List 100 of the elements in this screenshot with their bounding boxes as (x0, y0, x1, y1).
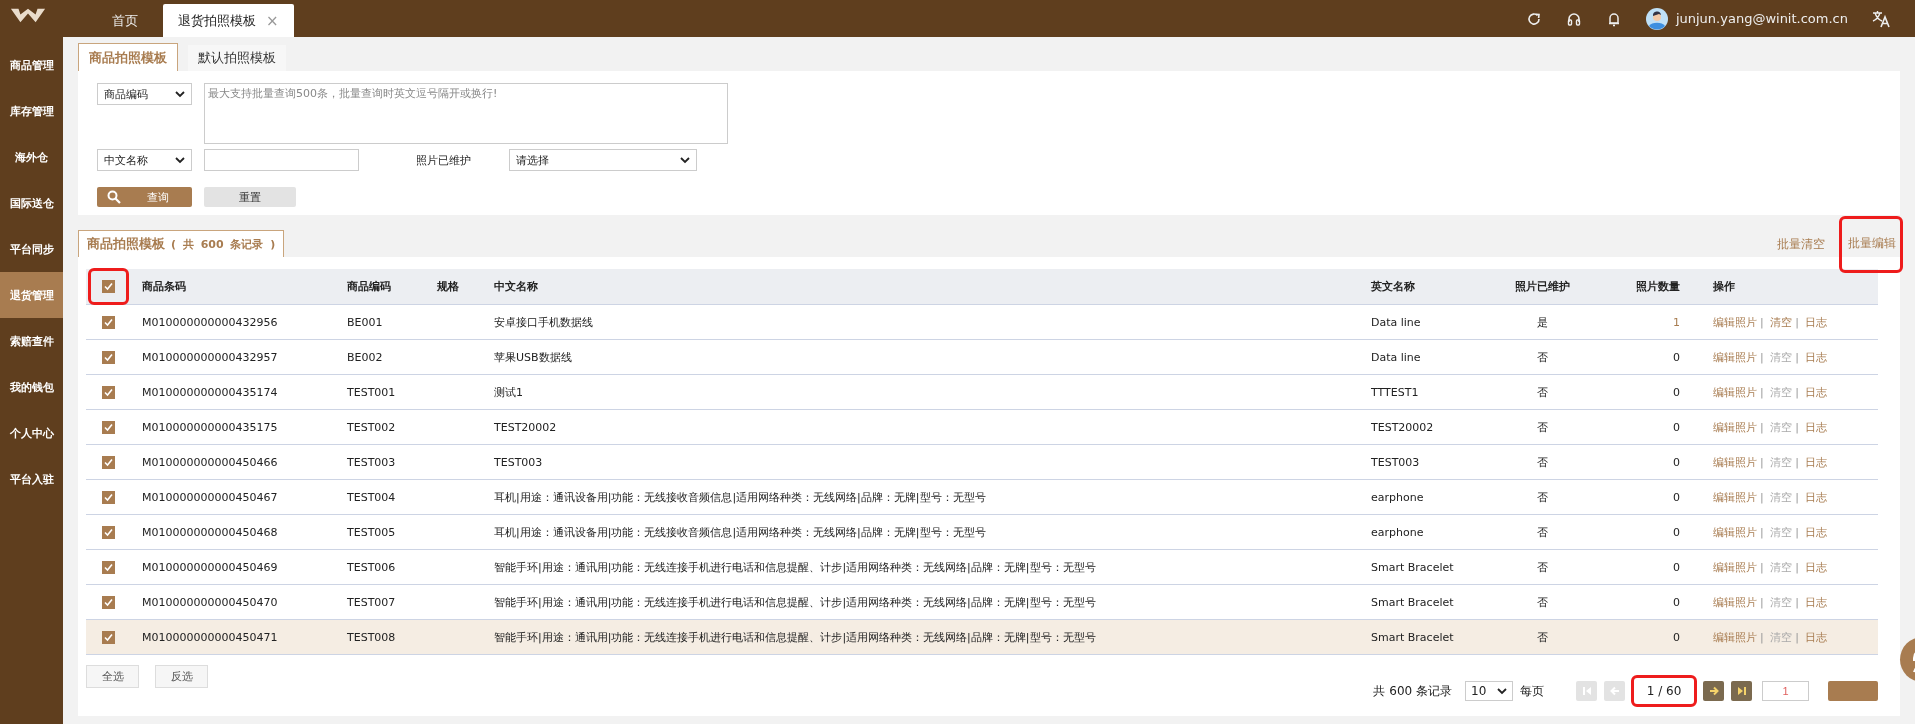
reset-button[interactable]: 重置 (204, 187, 296, 207)
sidebar-item[interactable]: 国际送仓 (0, 180, 63, 226)
sidebar-item[interactable]: 个人中心 (0, 410, 63, 456)
table-cell: TEST005 (335, 514, 425, 550)
row-action-link[interactable]: 日志 (1805, 455, 1828, 469)
bulk-action-link[interactable]: 批量清空 (1774, 225, 1828, 263)
row-checkbox[interactable] (101, 560, 115, 574)
row-action-link[interactable]: 日志 (1805, 560, 1828, 574)
chevron-icon (175, 156, 185, 164)
selection-button[interactable]: 反选 (155, 665, 208, 688)
chevron-icon (1497, 687, 1507, 695)
translate-icon[interactable] (1872, 9, 1890, 28)
code-type-select[interactable]: 商品编码 (97, 83, 192, 105)
row-action-link[interactable]: 编辑照片 (1713, 350, 1757, 364)
page-tab[interactable]: 首页 (97, 4, 153, 37)
row-checkbox[interactable] (101, 630, 115, 644)
close-icon[interactable]: × (266, 11, 279, 30)
separator: | (1760, 560, 1764, 574)
separator: | (1760, 630, 1764, 644)
page-indicator: 1 / 60 (1634, 678, 1694, 704)
table-cell: 否 (1499, 584, 1585, 620)
check-icon (103, 457, 113, 467)
row-action-link[interactable]: 编辑照片 (1713, 315, 1757, 329)
chevron-icon (175, 90, 185, 98)
row-checkbox[interactable] (101, 420, 115, 434)
sidebar-item[interactable]: 商品管理 (0, 42, 63, 88)
select-all-checkbox[interactable] (90, 271, 126, 302)
row-checkbox[interactable] (101, 595, 115, 609)
sidebar-item[interactable]: 海外仓 (0, 134, 63, 180)
row-action-link[interactable]: 日志 (1805, 525, 1828, 539)
table-cell: 是 (1499, 304, 1585, 340)
page-tab[interactable]: 退货拍照模板 × (163, 4, 294, 37)
table-cell: M010000000000450471 (130, 619, 335, 655)
row-action-link[interactable]: 日志 (1805, 315, 1828, 329)
skip-back-icon (1581, 686, 1592, 696)
row-action-link[interactable]: 编辑照片 (1713, 490, 1757, 504)
name-field[interactable] (204, 149, 359, 171)
next-page-button[interactable] (1703, 681, 1724, 701)
row-checkbox[interactable] (101, 315, 115, 329)
table-cell: M010000000000450468 (130, 514, 335, 550)
user-email[interactable]: junjun.yang@winit.com.cn (1675, 11, 1848, 26)
sidebar-item[interactable]: 我的钱包 (0, 364, 63, 410)
headset-icon[interactable] (1565, 10, 1582, 27)
selection-button[interactable]: 全选 (86, 665, 139, 688)
row-action-link[interactable]: 日志 (1805, 385, 1828, 399)
last-page-button[interactable] (1731, 681, 1752, 701)
record-count: ( 共 600 条记录 ) (171, 236, 276, 252)
codes-field[interactable]: 最大支持批量查询500条，批量查询时英文逗号隔开或换行! (204, 83, 728, 144)
table-cell: BE001 (335, 304, 425, 340)
row-checkbox[interactable] (101, 385, 115, 399)
row-action-link[interactable]: 日志 (1805, 350, 1828, 364)
table-row[interactable]: M010000000000432956 BE001 安卓接口手机数据线 Data line 是 1 编辑照片 | 清空 | 日志 (86, 304, 1878, 340)
row-action-link[interactable]: 编辑照片 (1713, 420, 1757, 434)
sidebar-item[interactable]: 库存管理 (0, 88, 63, 134)
check-icon (103, 282, 113, 291)
table-cell: 智能手环|用途：通讯用|功能：无线连接手机进行电话和信息提醒、计步|适用网络种类：无线网络|品牌：无牌|型号：无型号 (482, 619, 1359, 655)
row-action-link[interactable]: 编辑照片 (1713, 595, 1757, 609)
photo-count[interactable]: 1 (1673, 315, 1680, 329)
row-action-link[interactable]: 编辑照片 (1713, 455, 1757, 469)
table-cell: 否 (1499, 374, 1585, 410)
row-action-link[interactable]: 编辑照片 (1713, 525, 1757, 539)
row-checkbox[interactable] (101, 525, 115, 539)
row-checkbox[interactable] (101, 490, 115, 504)
bulk-action-link[interactable]: 批量编辑 (1842, 218, 1900, 270)
row-action-link[interactable]: 日志 (1805, 420, 1828, 434)
page-tab[interactable]: 默认拍照模板 (188, 45, 286, 71)
row-action-link[interactable]: 日志 (1805, 595, 1828, 609)
total-records: 共 600 条记录 (1373, 682, 1452, 700)
arrow-left-icon (1609, 686, 1620, 696)
row-action-link[interactable]: 清空 (1770, 315, 1793, 329)
tab-label: 商品拍照模板 (87, 235, 165, 253)
separator: | (1760, 315, 1764, 329)
query-button[interactable]: 查询 (97, 187, 192, 207)
sidebar-item[interactable]: 退货管理 (0, 272, 63, 318)
table-cell: 耳机|用途：通讯设备用|功能：无线接收音频信息|适用网络种类：无线网络|品牌：无牌|型号：无型号 (482, 514, 1359, 550)
row-action-link[interactable]: 日志 (1805, 490, 1828, 504)
page-size-select[interactable]: 10 (1465, 681, 1513, 701)
row-checkbox[interactable] (101, 350, 115, 364)
row-action-link[interactable]: 编辑照片 (1713, 630, 1757, 644)
table-cell: TEST003 (335, 444, 425, 480)
separator: | (1795, 455, 1799, 469)
table-cell: TEST20002 (482, 409, 1359, 445)
separator: | (1760, 385, 1764, 399)
avatar-icon[interactable] (1645, 7, 1668, 30)
row-action-link[interactable]: 编辑照片 (1713, 385, 1757, 399)
page-tab[interactable]: 商品拍照模板 (78, 43, 178, 71)
chevron-icon (680, 156, 690, 164)
table-cell: TTTEST1 (1359, 374, 1499, 410)
row-checkbox[interactable] (101, 455, 115, 469)
photo-select[interactable]: 请选择 (509, 149, 697, 171)
refresh-icon[interactable] (1525, 10, 1542, 27)
sidebar-item[interactable]: 平台同步 (0, 226, 63, 272)
name-type-select[interactable]: 中文名称 (97, 149, 192, 171)
row-action-link[interactable]: 日志 (1805, 630, 1828, 644)
page-number-field[interactable]: 1 (1762, 681, 1809, 701)
row-action-link[interactable]: 编辑照片 (1713, 560, 1757, 574)
table-cell: M010000000000450470 (130, 584, 335, 620)
sidebar-item[interactable]: 索赔查件 (0, 318, 63, 364)
results-tab[interactable]: 商品拍照模板 ( 共 600 条记录 ) (78, 230, 285, 257)
sidebar-item[interactable]: 平台入驻 (0, 456, 63, 502)
